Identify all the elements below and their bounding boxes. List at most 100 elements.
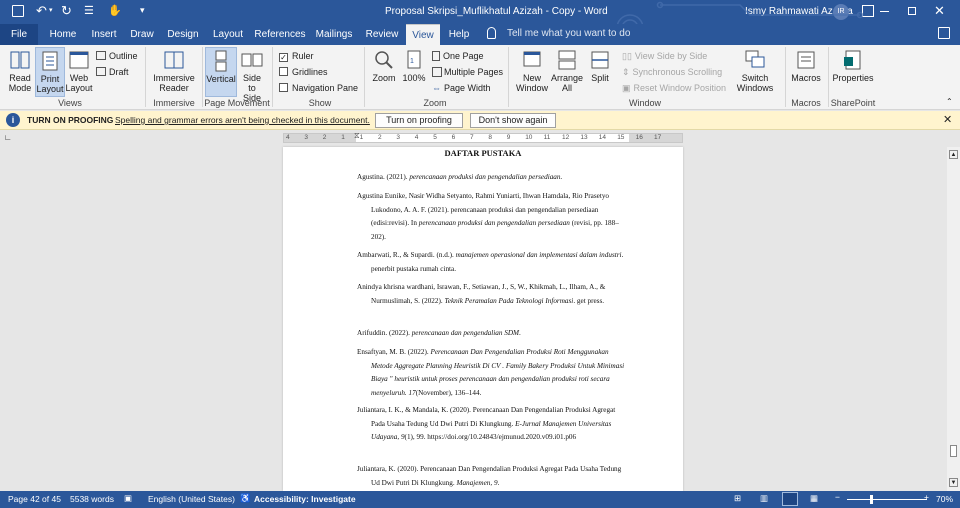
zoom-in-icon[interactable]: +: [924, 492, 929, 502]
outline-icon: [96, 51, 106, 60]
list-icon[interactable]: ☰: [84, 4, 94, 17]
vertical-button[interactable]: Vertical: [205, 47, 237, 97]
accessibility-icon: ♿: [240, 493, 251, 503]
tab-review[interactable]: Review: [362, 24, 402, 45]
arrange-all-button[interactable]: Arrange All: [550, 49, 584, 93]
tab-design[interactable]: Design: [163, 24, 203, 45]
zoom-slider[interactable]: [847, 499, 927, 500]
outline-button[interactable]: Outline: [96, 49, 138, 63]
page-width-button[interactable]: ⇔ Page Width: [432, 81, 491, 95]
accessibility-status[interactable]: Accessibility: Investigate: [254, 494, 356, 504]
message-title: TURN ON PROOFING: [27, 115, 114, 125]
document-page[interactable]: DAFTAR PUSTAKA Agustina. (2021). perenca…: [283, 147, 683, 491]
undo-icon[interactable]: ↶: [36, 3, 47, 19]
collapse-ribbon-icon[interactable]: ⌃: [946, 97, 953, 106]
tab-home[interactable]: Home: [44, 24, 82, 45]
tab-mailings[interactable]: Mailings: [311, 24, 357, 45]
status-bar: Page 42 of 45 5538 words ▣ English (Unit…: [0, 491, 960, 508]
read-mode-button[interactable]: Read Mode: [5, 49, 35, 93]
undo-dropdown-icon[interactable]: ▾: [49, 6, 53, 14]
turn-on-proofing-button[interactable]: Turn on proofing: [375, 113, 463, 128]
switch-windows-button[interactable]: Switch Windows: [732, 49, 778, 93]
synchronous-scrolling-button[interactable]: ⇕ Synchronous Scrolling: [622, 65, 722, 79]
zoom-slider-thumb[interactable]: [870, 495, 873, 504]
ruler-tick-label: 4: [286, 134, 290, 141]
web-layout-button[interactable]: Web Layout: [65, 49, 93, 93]
horizontal-ruler[interactable]: 4 3 2 1 1 2 3 4 5 6 7 8 9 10 11 12 13 14 15 16 17 ⧖: [283, 131, 683, 143]
macros-icon: [797, 51, 815, 69]
ruler-tick-label: 15: [617, 134, 625, 141]
zoom-level[interactable]: 70%: [936, 494, 953, 504]
ruler-tick-label: 2: [378, 134, 382, 141]
page-count[interactable]: Page 42 of 45: [8, 494, 61, 504]
tab-view[interactable]: View: [406, 24, 440, 45]
navigation-pane-checkbox[interactable]: Navigation Pane: [279, 81, 358, 95]
vertical-scrollbar[interactable]: ▲ ▼: [947, 147, 960, 491]
redo-icon[interactable]: ↻: [61, 3, 72, 19]
reference-text: Agustina. (2021).: [357, 173, 410, 181]
tab-layout[interactable]: Layout: [208, 24, 248, 45]
tab-help[interactable]: Help: [444, 24, 474, 45]
tell-me-input[interactable]: Tell me what you want to do: [507, 28, 630, 39]
multiple-pages-button[interactable]: Multiple Pages: [432, 65, 503, 79]
reset-position-icon: ▣: [622, 83, 631, 93]
tab-draw[interactable]: Draw: [126, 24, 158, 45]
draft-button[interactable]: Draft: [96, 65, 129, 79]
ruler-tick-label: 10: [525, 134, 533, 141]
one-page-button[interactable]: One Page: [432, 49, 484, 63]
dont-show-again-button[interactable]: Don't show again: [470, 113, 556, 128]
save-icon[interactable]: [12, 5, 24, 17]
immersive-reader-button[interactable]: Immersive Reader: [150, 49, 198, 93]
ruler-tick-label: 11: [543, 134, 551, 141]
book-icon: [10, 51, 30, 69]
scroll-up-icon[interactable]: ▲: [949, 150, 958, 159]
ruler-tick-label: 5: [433, 134, 437, 141]
reference-text: (1), 99. https://doi.org/10.24843/ejmunu…: [404, 433, 577, 442]
ruler-checkbox[interactable]: ✓ Ruler: [279, 49, 314, 63]
print-layout-icon[interactable]: [782, 492, 798, 506]
tab-selector-icon[interactable]: ∟: [4, 133, 12, 142]
proofing-message-bar: i TURN ON PROOFING Spelling and grammar …: [0, 111, 960, 130]
macros-button[interactable]: Macros: [789, 49, 823, 83]
tab-insert[interactable]: Insert: [86, 24, 122, 45]
divider: [145, 47, 146, 107]
message-link[interactable]: Spelling and grammar errors aren't being…: [115, 115, 370, 125]
divider: [272, 47, 273, 107]
web-layout-icon[interactable]: ▦: [810, 493, 818, 504]
new-window-button[interactable]: New Window: [514, 49, 550, 93]
one-page-icon: [432, 51, 440, 61]
touch-mode-icon[interactable]: ✋: [108, 4, 122, 17]
tab-references[interactable]: References: [253, 24, 307, 45]
page-heading: DAFTAR PUSTAKA: [444, 148, 522, 158]
focus-icon[interactable]: ⊞: [734, 493, 741, 504]
read-mode-icon[interactable]: ▥: [760, 493, 768, 504]
split-button[interactable]: Split: [586, 49, 614, 83]
scroll-down-icon[interactable]: ▼: [949, 478, 958, 487]
zoom-100-button[interactable]: 1 100%: [400, 49, 428, 83]
close-icon[interactable]: ✕: [943, 113, 952, 126]
group-label-window: Window: [628, 98, 661, 108]
zoom-out-icon[interactable]: −: [835, 492, 840, 502]
word-count[interactable]: 5538 words: [70, 494, 114, 504]
side-to-side-button[interactable]: Side to Side: [238, 49, 266, 103]
scroll-thumb[interactable]: [950, 445, 957, 457]
properties-button[interactable]: Properties: [830, 49, 876, 83]
view-side-by-side-button[interactable]: ▯▯ View Side by Side: [622, 49, 707, 63]
ruler-tick-label: 6: [451, 134, 456, 141]
share-icon[interactable]: [938, 27, 950, 39]
tab-file[interactable]: File: [0, 24, 38, 45]
zoom-button[interactable]: Zoom: [370, 49, 398, 83]
print-layout-button[interactable]: Print Layout: [35, 47, 65, 97]
reference-text: (November), 136–144.: [415, 388, 482, 397]
reset-window-position-button[interactable]: ▣ Reset Window Position: [622, 81, 726, 95]
customize-qat-icon[interactable]: ▾: [140, 5, 145, 16]
gridlines-checkbox[interactable]: Gridlines: [279, 65, 328, 79]
reference-italic-title: perencanaan dan pengendalian SDM: [411, 329, 520, 337]
proofing-icon[interactable]: ▣: [124, 493, 132, 504]
reference-italic-title: Teknik Peramalan Pada Teknologi Informas…: [444, 296, 574, 305]
language[interactable]: English (United States): [148, 494, 235, 504]
reference-text: . get press.: [573, 296, 605, 305]
immersive-reader-icon: [164, 51, 184, 69]
indent-marker-icon[interactable]: ⧖: [354, 131, 360, 141]
info-icon: i: [6, 113, 20, 127]
